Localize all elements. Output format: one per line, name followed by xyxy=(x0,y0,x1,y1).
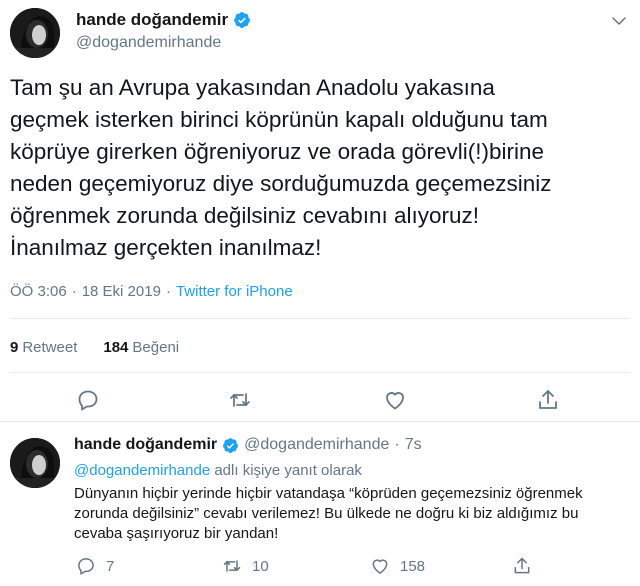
tweet-text: Tam şu an Avrupa yakasından Anadolu yaka… xyxy=(10,75,552,260)
like-stat[interactable]: 184 Beğeni xyxy=(103,339,179,356)
reply-count: 7 xyxy=(106,557,115,575)
tweet-actions xyxy=(0,385,640,415)
tweet-meta: ÖÖ 3:06 · 18 Eki 2019 · Twitter for iPho… xyxy=(10,283,293,300)
avatar[interactable] xyxy=(10,8,60,58)
divider xyxy=(10,318,630,319)
retweet-count: 9 xyxy=(10,339,19,356)
reply-like-count: 158 xyxy=(400,557,426,575)
retweet-icon xyxy=(222,556,242,576)
reply-display-name[interactable]: hande doğandemir xyxy=(74,436,217,454)
reply-retweet-count: 10 xyxy=(252,557,269,575)
main-tweet: hande doğandemir @dogandemirhande Tam şu… xyxy=(0,0,640,420)
engagement-stats: 9 Retweet 184 Beğeni xyxy=(10,339,179,356)
chevron-down-icon[interactable] xyxy=(610,12,628,30)
divider xyxy=(10,372,630,373)
reply-icon[interactable] xyxy=(76,388,100,412)
retweet-stat[interactable]: 9 Retweet xyxy=(10,339,77,356)
profile-photo-icon xyxy=(10,438,60,488)
retweet-button[interactable]: 10 xyxy=(222,556,269,576)
verified-badge-icon xyxy=(233,11,251,29)
author-row: hande doğandemir xyxy=(76,10,251,30)
reply-avatar[interactable] xyxy=(10,438,60,488)
meta-separator: · xyxy=(394,436,400,453)
verified-badge-icon xyxy=(222,437,239,454)
like-button[interactable]: 158 xyxy=(370,556,425,576)
reply-context: @dogandemirhande adlı kişiye yanıt olara… xyxy=(74,462,362,479)
divider xyxy=(0,421,640,422)
retweet-label: Retweet xyxy=(22,339,78,356)
meta-separator: · xyxy=(71,283,77,300)
reply-time[interactable]: 7s xyxy=(405,436,422,454)
reply-author-row: hande doğandemir @dogandemirhande · 7s xyxy=(74,436,422,454)
share-button[interactable] xyxy=(512,556,532,576)
tweet-time[interactable]: ÖÖ 3:06 xyxy=(10,283,67,300)
handle[interactable]: @dogandemirhande xyxy=(76,34,221,52)
share-icon[interactable] xyxy=(536,388,560,412)
reply-handle[interactable]: @dogandemirhande xyxy=(244,436,389,454)
meta-separator: · xyxy=(165,283,171,300)
display-name[interactable]: hande doğandemir xyxy=(76,10,228,30)
reply-button[interactable]: 7 xyxy=(76,556,114,576)
retweet-icon[interactable] xyxy=(228,388,252,412)
profile-photo-icon xyxy=(10,8,60,58)
reply-to-mention[interactable]: @dogandemirhande xyxy=(74,462,210,479)
like-count: 184 xyxy=(103,339,129,356)
share-icon xyxy=(512,556,532,576)
heart-icon xyxy=(370,556,390,576)
reply-icon xyxy=(76,556,96,576)
tweet-source-link[interactable]: Twitter for iPhone xyxy=(176,283,293,300)
reply-text: Dünyanın hiçbir yerinde hiçbir vatandaşa… xyxy=(74,485,583,542)
heart-icon[interactable] xyxy=(383,388,407,412)
reply-to-suffix: adlı kişiye yanıt olarak xyxy=(214,462,362,479)
reply-actions: 7 10 158 xyxy=(74,556,630,578)
like-label: Beğeni xyxy=(132,339,180,356)
tweet-date[interactable]: 18 Eki 2019 xyxy=(82,283,161,300)
